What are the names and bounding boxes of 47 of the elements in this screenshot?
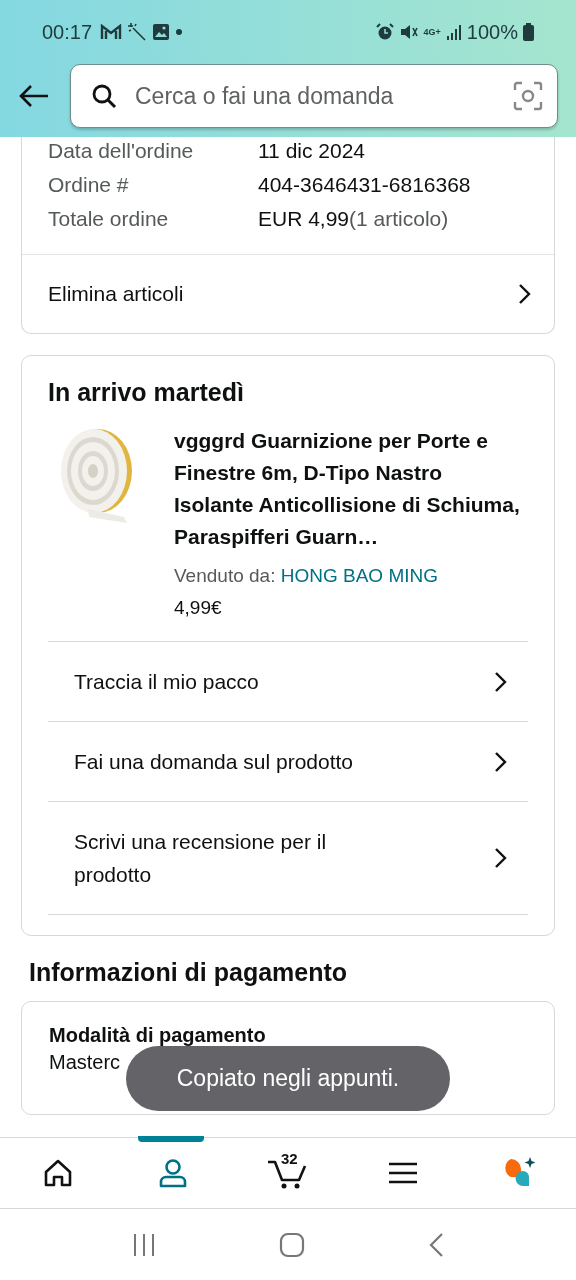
- chevron-right-icon: [494, 750, 508, 773]
- search-field[interactable]: Cerca o fai una domanda: [70, 64, 558, 128]
- action-row[interactable]: Fai una domanda sul prodotto: [48, 722, 528, 802]
- magic-wand-icon: [127, 22, 148, 42]
- status-time: 00:17: [42, 20, 93, 44]
- order-label: Ordine #: [48, 173, 130, 197]
- product-price: 4,99€: [174, 597, 223, 619]
- order-label: Totale ordine: [48, 207, 170, 231]
- delivery-heading: In arrivo martedì: [48, 378, 245, 407]
- chevron-right-icon: [494, 847, 508, 869]
- chevron-right-icon: [494, 670, 508, 693]
- search-input[interactable]: Cerca o fai una domanda: [133, 81, 497, 111]
- dot-icon: [175, 28, 184, 36]
- action-row[interactable]: Traccia il mio pacco: [48, 642, 528, 722]
- home-icon: [42, 1159, 73, 1187]
- payment-method-label: Modalità di pagamento: [49, 1024, 267, 1047]
- camera-scan-icon[interactable]: [513, 81, 543, 111]
- search-icon: [91, 83, 117, 109]
- battery-level: 100%: [466, 20, 518, 44]
- order-value: 404-3646431-6816368: [258, 173, 471, 197]
- order-label: Data dell'ordine: [48, 139, 195, 163]
- delete-items-row[interactable]: Elimina articoli: [22, 255, 554, 333]
- order-value: EUR 4,99(1 articolo): [258, 207, 449, 231]
- alarm-icon: [375, 23, 394, 41]
- signal-icon: [445, 24, 462, 40]
- person-icon: [157, 1158, 188, 1188]
- seller-link[interactable]: HONG BAO MING: [280, 565, 438, 586]
- back-arrow-icon[interactable]: [18, 84, 50, 108]
- product-title[interactable]: vgggrd Guarnizione per Porte e Finestre 6m, D-Tipo Nastro Isolante Anticollisione di Schiuma, Paraspifferi Guarn…: [174, 425, 526, 553]
- seller-label: Venduto da:: [174, 565, 276, 586]
- payment-heading: Informazioni di pagamento: [29, 958, 349, 987]
- cart-count: 32: [281, 1150, 298, 1167]
- payment-method: Masterc: [49, 1051, 122, 1074]
- network-type: 4G+: [423, 27, 441, 37]
- battery-icon: [523, 23, 534, 41]
- menu-icon: [388, 1161, 419, 1185]
- toast: Copiato negli appunti.: [126, 1046, 450, 1111]
- back-icon[interactable]: [428, 1231, 445, 1258]
- image-icon: [152, 23, 171, 41]
- mail-icon: [100, 24, 123, 40]
- action-row[interactable]: Scrivi una recensione per il prodotto: [48, 802, 528, 915]
- nav-tab[interactable]: 32: [230, 1138, 346, 1208]
- recent-apps-icon[interactable]: [131, 1232, 156, 1257]
- mute-icon: [398, 23, 419, 41]
- home-button-icon[interactable]: [279, 1231, 305, 1258]
- order-value: 11 dic 2024: [258, 139, 366, 163]
- chevron-right-icon: [518, 283, 532, 305]
